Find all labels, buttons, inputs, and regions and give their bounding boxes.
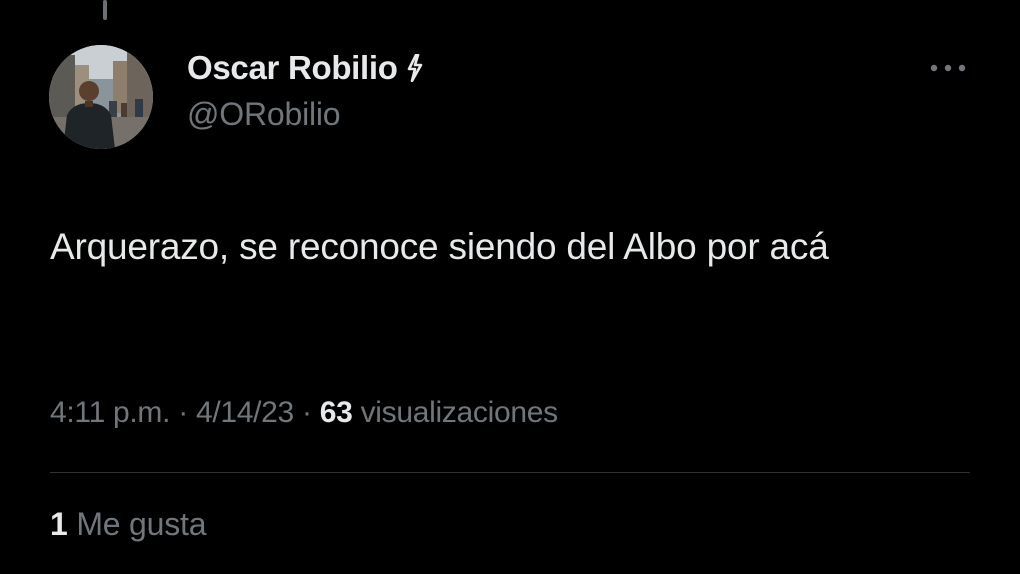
author-name-row: Oscar Robilio — [187, 48, 424, 88]
likes-link[interactable]: 1 Me gusta — [50, 506, 207, 543]
tweet-date[interactable]: 4/14/23 — [196, 396, 294, 429]
author-display-name[interactable]: Oscar Robilio — [187, 49, 398, 87]
likes-count: 1 — [50, 506, 68, 542]
more-options-icon — [930, 64, 966, 72]
divider — [50, 472, 970, 473]
tweet-meta: 4:11 p.m. · 4/14/23 · 63 visualizaciones — [50, 396, 558, 430]
views-count: 63 — [319, 396, 353, 429]
avatar[interactable] — [49, 45, 153, 149]
lightning-bolt-icon — [406, 54, 424, 82]
author-handle[interactable]: @ORobilio — [187, 96, 341, 133]
tweet-text: Arquerazo, se reconoce siendo del Albo p… — [50, 226, 829, 267]
avatar-photo — [49, 45, 153, 149]
tweet-time[interactable]: 4:11 p.m. — [50, 396, 170, 429]
thread-connector-line — [103, 0, 107, 20]
more-options-button[interactable] — [928, 56, 968, 80]
views-label: visualizaciones — [360, 396, 559, 429]
likes-label: Me gusta — [76, 506, 207, 542]
meta-separator: · — [302, 396, 312, 429]
meta-separator: · — [178, 396, 188, 429]
